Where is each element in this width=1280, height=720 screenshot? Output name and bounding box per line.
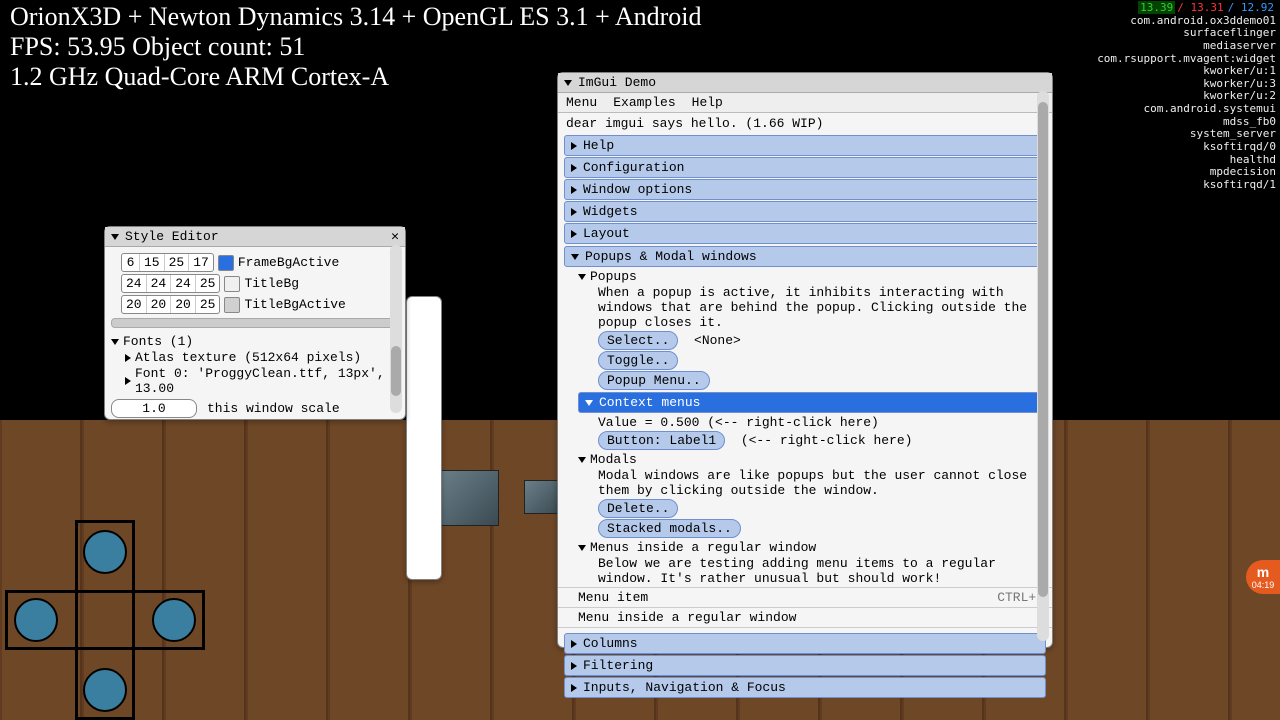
header-window-options[interactable]: Window options [564, 179, 1046, 200]
recorder-badge: m 04:19 [1246, 560, 1280, 594]
close-icon[interactable]: ✕ [391, 229, 399, 244]
atlas-node[interactable]: Atlas texture (512x64 pixels) [125, 350, 399, 365]
popups-desc: When a popup is active, it inhibits inte… [598, 285, 1052, 330]
select-value: <None> [694, 333, 741, 348]
menus-desc: Below we are testing adding menu items t… [598, 556, 1052, 586]
process-list: 13.39/ 13.31/ 12.92 com.android.ox3ddemo… [1097, 2, 1276, 192]
dpad-left[interactable] [14, 598, 58, 642]
modals-desc: Modal windows are like popups but the us… [598, 468, 1052, 498]
demo-menubar: Menu Examples Help [558, 93, 1052, 113]
fonts-node[interactable]: Fonts (1) [111, 334, 399, 349]
header-columns[interactable]: Columns [564, 633, 1046, 654]
style-editor-window[interactable]: Style Editor ✕ 6152517 FrameBgActive 242… [104, 226, 406, 420]
header-layout[interactable]: Layout [564, 223, 1046, 244]
vscrollbar[interactable] [390, 245, 402, 413]
menu-examples[interactable]: Examples [613, 95, 675, 110]
window-title: ImGui Demo [578, 75, 656, 90]
menu-help[interactable]: Help [692, 95, 723, 110]
header-inputs-navigation-focus[interactable]: Inputs, Navigation & Focus [564, 677, 1046, 698]
window-scale-label: this window scale [207, 401, 340, 416]
imgui-demo-window[interactable]: ImGui Demo Menu Examples Help dear imgui… [557, 72, 1053, 648]
dpad-control[interactable] [0, 520, 210, 720]
hello-text: dear imgui says hello. (1.66 WIP) [558, 113, 1052, 134]
stacked-modals-button[interactable]: Stacked modals.. [598, 519, 741, 538]
collapse-icon[interactable] [111, 234, 119, 240]
collapse-icon[interactable] [564, 80, 572, 86]
dpad-right[interactable] [152, 598, 196, 642]
hscrollbar[interactable] [111, 318, 399, 328]
menu-menu[interactable]: Menu [566, 95, 597, 110]
toggle-button[interactable]: Toggle.. [598, 351, 678, 370]
menu-item[interactable]: Menu itemCTRL+M [558, 587, 1052, 607]
select-button[interactable]: Select.. [598, 331, 678, 350]
header-popups[interactable]: Popups & Modal windows [564, 246, 1046, 267]
context-hint: (<-- right-click here) [741, 433, 913, 448]
demo-titlebar[interactable]: ImGui Demo [558, 73, 1052, 93]
color-row[interactable]: 6152517 FrameBgActive [121, 253, 399, 272]
font0-node[interactable]: Font 0: 'ProggyClean.ttf, 13px', 13.00 [125, 366, 399, 396]
header-help[interactable]: Help [564, 135, 1046, 156]
node-modals[interactable]: Modals [578, 452, 1052, 467]
style-editor-titlebar[interactable]: Style Editor ✕ [105, 227, 405, 247]
delete-button[interactable]: Delete.. [598, 499, 678, 518]
node-context-menus[interactable]: Context menus [578, 392, 1046, 413]
context-value[interactable]: Value = 0.500 (<-- right-click here) [598, 415, 1052, 430]
window-title: Style Editor [125, 229, 219, 244]
dpad-down[interactable] [83, 668, 127, 712]
window-scale-input[interactable]: 1.0 [111, 399, 197, 418]
dpad-up[interactable] [83, 530, 127, 574]
header-configuration[interactable]: Configuration [564, 157, 1046, 178]
submenu-item[interactable]: Menu inside a regular window [558, 607, 1052, 628]
context-button[interactable]: Button: Label1 [598, 431, 725, 450]
vscrollbar[interactable] [1037, 91, 1049, 641]
node-menus-regular[interactable]: Menus inside a regular window [578, 540, 1052, 555]
color-row[interactable]: 24242425 TitleBg [121, 274, 399, 293]
node-popups[interactable]: Popups [578, 269, 1052, 284]
popup-menu-button[interactable]: Popup Menu.. [598, 371, 710, 390]
header-widgets[interactable]: Widgets [564, 201, 1046, 222]
color-row[interactable]: 20202025 TitleBgActive [121, 295, 399, 314]
header-filtering[interactable]: Filtering [564, 655, 1046, 676]
